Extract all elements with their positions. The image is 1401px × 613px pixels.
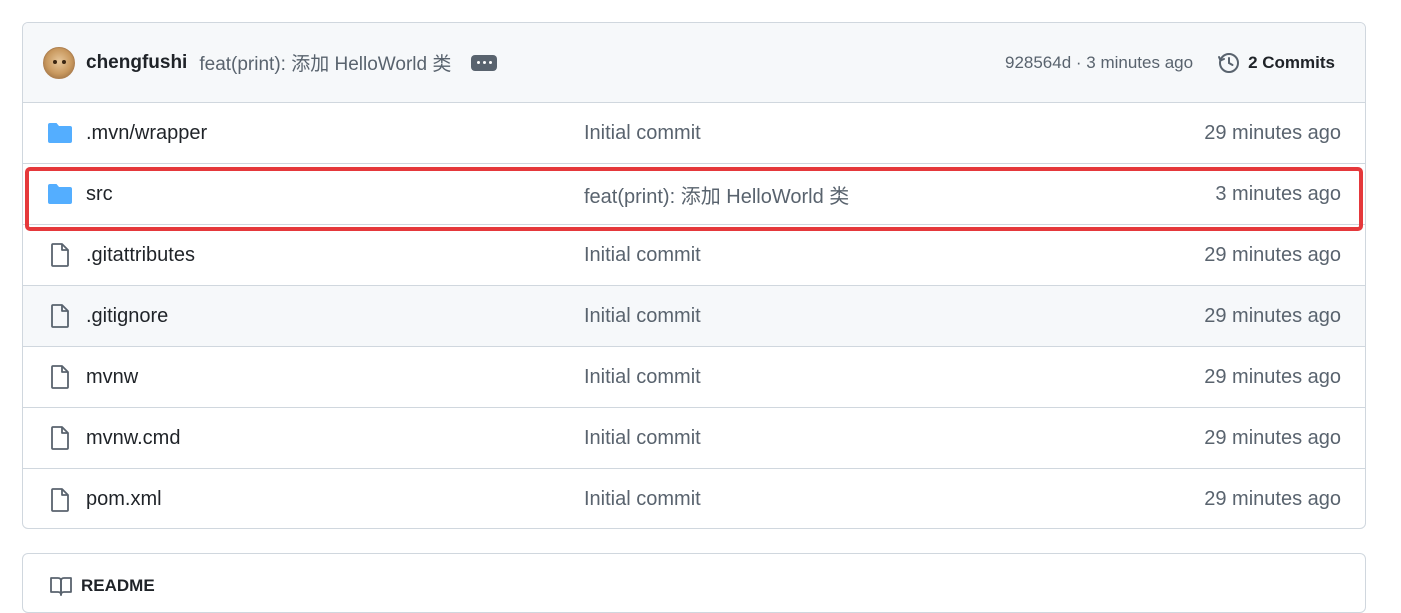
commits-count-label: 2 Commits (1248, 53, 1335, 72)
file-name-link[interactable]: mvnw (86, 366, 138, 389)
table-row[interactable]: .mvn/wrapper Initial commit 29 minutes a… (23, 103, 1365, 164)
file-name-link[interactable]: .gitattributes (86, 244, 195, 267)
file-name-link[interactable]: .gitignore (86, 305, 168, 328)
file-commit-time: 29 minutes ago (1204, 121, 1341, 144)
readme-panel: README (22, 553, 1366, 613)
file-commit-time: 3 minutes ago (1215, 182, 1341, 205)
file-commit-message[interactable]: feat(print): 添加 HelloWorld 类 (584, 180, 849, 209)
commits-link[interactable]: 2 Commits (1217, 51, 1335, 75)
ellipsis-icon[interactable] (471, 54, 498, 71)
file-list: .mvn/wrapper Initial commit 29 minutes a… (23, 103, 1365, 528)
commit-author[interactable]: chengfushi (86, 52, 187, 74)
file-commit-time: 29 minutes ago (1204, 426, 1341, 449)
commit-message[interactable]: feat(print): 添加 HelloWorld 类 (199, 49, 451, 76)
file-icon (51, 243, 69, 267)
file-icon (51, 426, 69, 450)
latest-commit-header: chengfushi feat(print): 添加 HelloWorld 类 … (23, 23, 1365, 103)
file-name-link[interactable]: mvnw.cmd (86, 427, 180, 450)
file-icon (51, 487, 69, 512)
file-commit-time: 29 minutes ago (1204, 243, 1341, 266)
history-icon (1218, 53, 1240, 73)
file-browser: chengfushi feat(print): 添加 HelloWorld 类 … (22, 22, 1366, 529)
author-avatar[interactable] (43, 46, 75, 79)
file-commit-message[interactable]: Initial commit (584, 366, 701, 389)
file-commit-message[interactable]: Initial commit (584, 305, 701, 328)
table-row[interactable]: .gitignore Initial commit 29 minutes ago (23, 286, 1365, 347)
file-icon (51, 304, 69, 328)
file-commit-message[interactable]: Initial commit (584, 122, 701, 145)
book-icon (50, 577, 72, 596)
file-commit-message[interactable]: Initial commit (584, 427, 701, 450)
file-icon (51, 365, 69, 389)
table-row[interactable]: mvnw.cmd Initial commit 29 minutes ago (23, 408, 1365, 469)
file-name-link[interactable]: pom.xml (86, 488, 162, 511)
file-commit-time: 29 minutes ago (1204, 304, 1341, 327)
file-commit-time: 29 minutes ago (1204, 365, 1341, 388)
file-commit-time: 29 minutes ago (1204, 488, 1341, 510)
file-commit-message[interactable]: Initial commit (584, 488, 701, 511)
table-row[interactable]: pom.xml Initial commit 29 minutes ago (23, 469, 1365, 528)
readme-tab[interactable]: README (49, 576, 155, 596)
file-commit-message[interactable]: Initial commit (584, 244, 701, 267)
file-name-link[interactable]: .mvn/wrapper (86, 122, 207, 145)
commit-meta: 928564d · 3 minutes ago 2 Commits (1005, 23, 1335, 103)
table-row[interactable]: .gitattributes Initial commit 29 minutes… (23, 225, 1365, 286)
folder-icon (48, 184, 72, 204)
commit-sha-time[interactable]: 928564d · 3 minutes ago (1005, 53, 1193, 73)
table-row[interactable]: mvnw Initial commit 29 minutes ago (23, 347, 1365, 408)
folder-icon (48, 123, 72, 143)
file-name-link[interactable]: src (86, 183, 113, 206)
readme-label: README (81, 576, 155, 595)
table-row[interactable]: src feat(print): 添加 HelloWorld 类 3 minut… (23, 164, 1365, 225)
